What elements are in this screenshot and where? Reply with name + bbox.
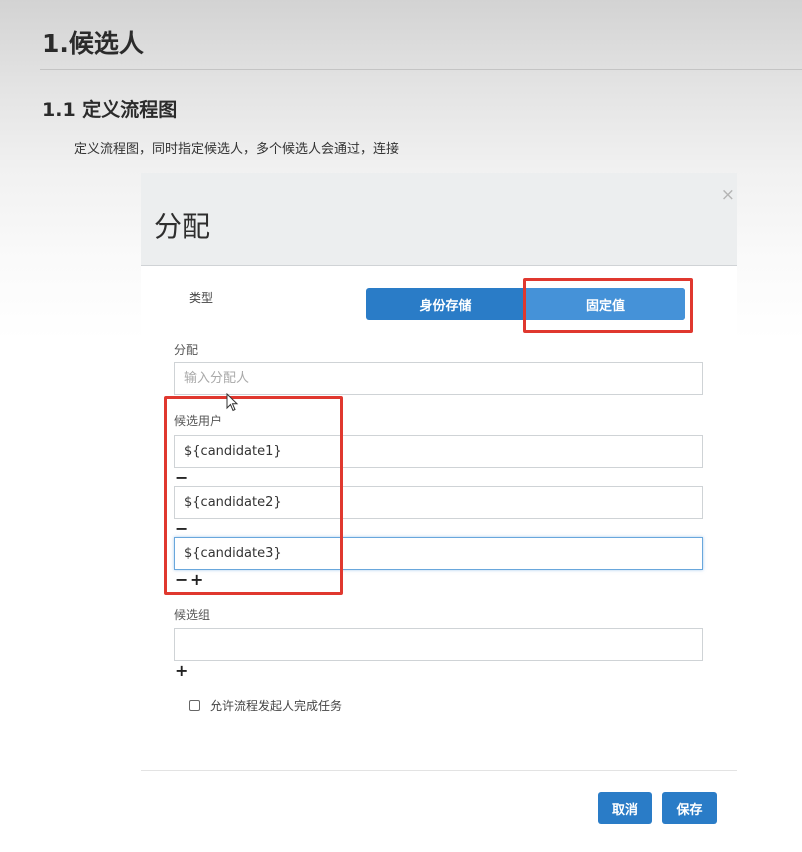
allow-initiator-checkbox[interactable] — [189, 700, 200, 711]
footer-divider — [141, 770, 737, 771]
allow-initiator-row: 允许流程发起人完成任务 — [189, 697, 342, 714]
dialog-title: 分配 — [154, 210, 211, 243]
heading-divider — [40, 69, 802, 70]
section-heading: 1.1 定义流程图 — [42, 99, 178, 121]
allow-initiator-label: 允许流程发起人完成任务 — [210, 699, 343, 713]
cancel-button[interactable]: 取消 — [598, 792, 652, 824]
highlight-box-candidate-users — [164, 396, 343, 595]
section-description: 定义流程图，同时指定候选人，多个候选人会通过，连接 — [74, 142, 400, 157]
close-icon[interactable]: × — [721, 187, 735, 204]
candidate-group-input[interactable] — [174, 628, 703, 661]
type-label: 类型 — [189, 291, 214, 305]
identity-store-button[interactable]: 身份存储 — [366, 288, 525, 320]
assignee-input[interactable] — [174, 362, 703, 395]
highlight-box-fixed-value — [523, 278, 693, 333]
candidate-groups-label: 候选组 — [174, 608, 211, 622]
add-candidate-group-button[interactable]: + — [175, 663, 188, 679]
dialog-header: 分配 × — [141, 173, 737, 266]
assignee-label: 分配 — [174, 343, 199, 357]
mouse-pointer-icon — [226, 393, 239, 412]
save-button[interactable]: 保存 — [662, 792, 717, 824]
page-heading: 1.候选人 — [42, 29, 144, 58]
